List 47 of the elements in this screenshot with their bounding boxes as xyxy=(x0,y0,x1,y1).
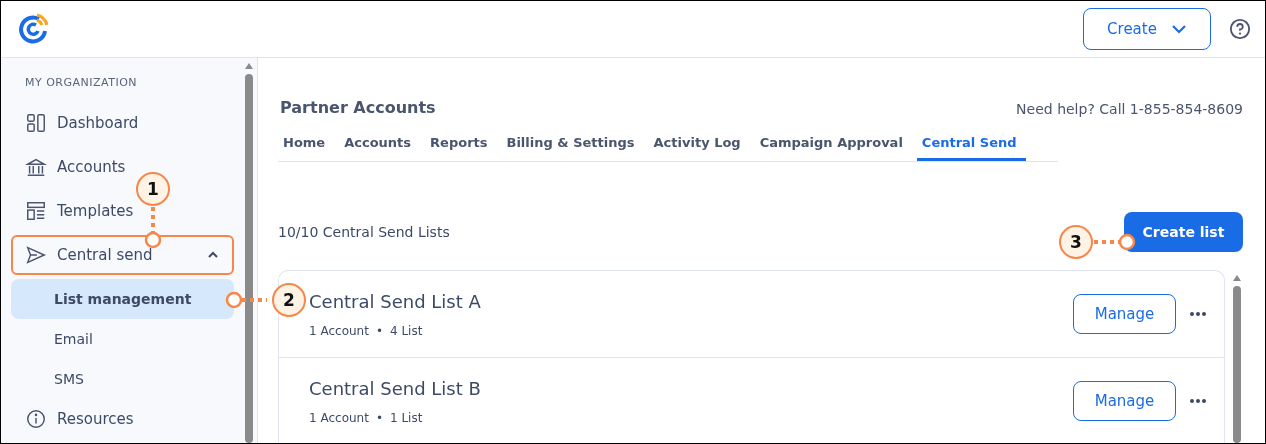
page-title: Partner Accounts xyxy=(280,98,436,117)
tab[interactable]: Accounts xyxy=(339,127,421,161)
leader-line xyxy=(1094,233,1136,251)
separator-dot: • xyxy=(375,410,383,425)
list-count-label: 4 List xyxy=(390,323,423,338)
tab[interactable]: Activity Log xyxy=(648,127,750,161)
template-icon xyxy=(25,200,47,222)
tab[interactable]: Reports xyxy=(425,127,497,161)
info-icon xyxy=(25,408,47,430)
more-icon[interactable] xyxy=(1188,311,1208,317)
dashboard-icon xyxy=(25,112,47,134)
sidebar-item[interactable]: Resources xyxy=(11,399,234,439)
manage-button[interactable]: Manage xyxy=(1073,294,1176,334)
submenu-item[interactable]: List management xyxy=(11,279,234,319)
manage-button[interactable]: Manage xyxy=(1073,381,1176,421)
list-title: Central Send List B xyxy=(309,377,482,399)
scroll-up-arrow-icon[interactable] xyxy=(244,62,254,70)
sidebar-item[interactable]: Dashboard xyxy=(11,103,234,143)
account-count: 1 Account xyxy=(309,323,369,338)
help-icon[interactable] xyxy=(1229,18,1251,40)
tab[interactable]: Central Send xyxy=(916,127,1026,161)
sidebar-item[interactable]: Central send xyxy=(11,235,234,275)
tab[interactable]: Campaign Approval xyxy=(754,127,912,161)
scroll-up-arrow-icon[interactable] xyxy=(1232,274,1242,282)
callout-badge: 2 xyxy=(272,283,306,317)
create-button[interactable]: Create xyxy=(1083,8,1211,50)
send-icon xyxy=(25,244,47,266)
separator-dot: • xyxy=(375,323,383,338)
submenu-item[interactable]: SMS xyxy=(11,359,234,399)
chevron-down-icon xyxy=(1170,24,1187,34)
submenu-item[interactable]: Email xyxy=(11,319,234,359)
scrollbar-thumb[interactable] xyxy=(1233,286,1241,443)
more-icon[interactable] xyxy=(1188,398,1208,404)
bank-icon xyxy=(25,156,47,178)
help-text: Need help? Call 1-855-854-8609 xyxy=(1016,101,1243,117)
tab[interactable]: Home xyxy=(278,127,335,161)
scrollbar-thumb[interactable] xyxy=(245,74,253,443)
account-count: 1 Account xyxy=(309,410,369,425)
list-title: Central Send List A xyxy=(309,290,482,312)
section-heading: MY ORGANIZATION xyxy=(24,75,139,91)
create-list-button[interactable]: Create list xyxy=(1124,212,1243,252)
list-count: 10/10 Central Send Lists xyxy=(278,224,450,240)
list-count-label: 1 List xyxy=(390,410,423,425)
leader-line xyxy=(144,207,162,249)
callout-badge: 3 xyxy=(1059,225,1093,259)
tab[interactable]: Billing & Settings xyxy=(501,127,644,161)
logo-icon[interactable] xyxy=(17,13,49,45)
